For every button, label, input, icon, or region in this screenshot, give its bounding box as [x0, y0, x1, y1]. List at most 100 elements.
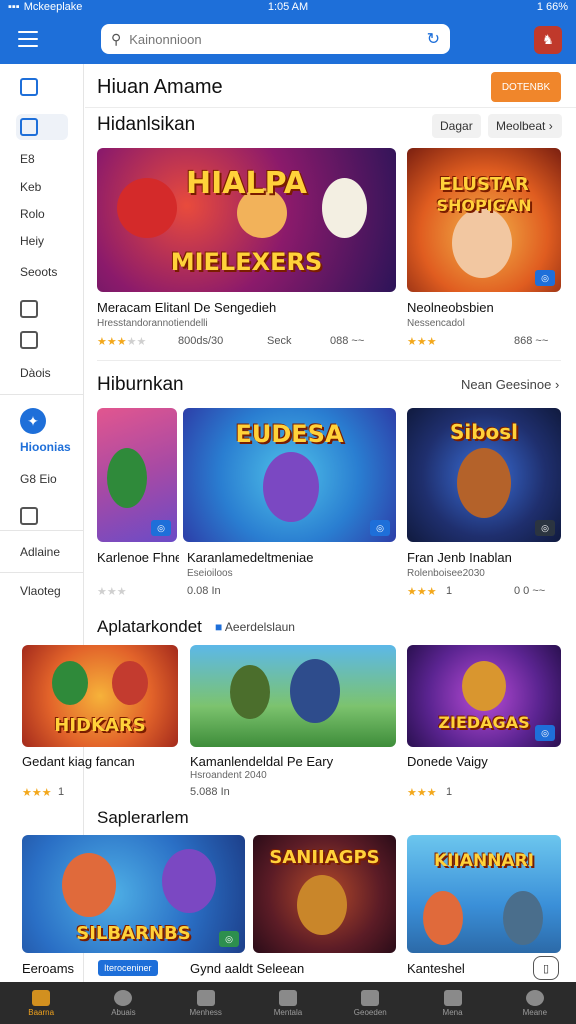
- sidebar-item-keb[interactable]: Keb: [0, 180, 84, 194]
- sidebar-item-note[interactable]: [0, 331, 84, 349]
- game-card[interactable]: EUDESA ◎: [183, 408, 396, 542]
- status-bar: ▪▪▪ Mckeeplake 1:05 AM 1 66%: [0, 0, 576, 14]
- nav-profile[interactable]: Meane: [494, 982, 576, 1024]
- profile-avatar-button[interactable]: ♞: [534, 26, 562, 54]
- thumbnail-title: HIDKARS: [54, 715, 146, 736]
- store-icon: [278, 989, 297, 1006]
- nav-tasks[interactable]: Geoeden: [329, 982, 411, 1024]
- menu-icon[interactable]: [0, 14, 56, 64]
- nav-explore[interactable]: Abuais: [82, 982, 164, 1024]
- grid-icon: [443, 989, 462, 1006]
- search-bar[interactable]: ⚲ ↻: [101, 24, 450, 54]
- note-icon: [20, 331, 38, 349]
- game-card[interactable]: SANIIAGPS: [253, 835, 396, 953]
- controller-icon: ◎: [535, 270, 555, 286]
- sidebar-item-home[interactable]: [0, 78, 84, 96]
- game-card[interactable]: ZIEDAGAS ◎: [407, 645, 561, 747]
- game-title[interactable]: Fran Jenb Inablan: [407, 550, 561, 565]
- thumbnail-title: SILBARNBS: [76, 923, 191, 944]
- sidebar-item-star[interactable]: ✦: [0, 408, 84, 434]
- thumbnail-subtitle: MIELEXERS: [170, 248, 323, 276]
- game-title[interactable]: Gynd aaldt Seleean: [190, 961, 396, 976]
- nav-home[interactable]: Baarna: [0, 982, 82, 1024]
- checklist-icon: [20, 300, 38, 318]
- game-card[interactable]: HIALPA MIELEXERS: [97, 148, 396, 292]
- game-card[interactable]: SILBARNBS ◎: [22, 835, 245, 953]
- filter-pill[interactable]: Dagar: [432, 114, 481, 138]
- character-figure: [162, 849, 216, 913]
- game-meta: 800ds/30: [178, 335, 224, 347]
- game-meta: Seck: [267, 335, 292, 347]
- thumbnail-title: SANIIAGPS: [269, 847, 380, 868]
- game-title[interactable]: Donede Vaigy: [407, 754, 561, 769]
- game-title[interactable]: Kamanlendeldal Pe Eary: [190, 754, 396, 769]
- tag-badge[interactable]: Iteroceniner: [98, 960, 158, 976]
- character-figure: [462, 661, 506, 711]
- thumbnail-title: EUDESA: [235, 420, 344, 448]
- sidebar-item-e8[interactable]: E8: [0, 152, 84, 166]
- nav-library[interactable]: Menhess: [165, 982, 247, 1024]
- nav-menu[interactable]: Mena: [411, 982, 493, 1024]
- star-rating: ★★★: [97, 586, 127, 598]
- game-title[interactable]: Kanteshel: [407, 961, 527, 976]
- character-figure: [297, 875, 347, 935]
- sidebar-item-rolo[interactable]: Rolo: [0, 207, 84, 221]
- character-figure: [452, 208, 512, 278]
- sidebar-divider: [0, 530, 84, 531]
- game-card[interactable]: KIIANNARI: [407, 835, 561, 953]
- game-card[interactable]: HIDKARS: [22, 645, 178, 747]
- character-figure: [423, 891, 463, 945]
- search-icon: ⚲: [111, 30, 122, 47]
- sidebar-item-heiy[interactable]: Heiy: [0, 234, 84, 248]
- game-card[interactable]: Sibosl ◎: [407, 408, 561, 542]
- thumbnail-title: HIALPA: [185, 166, 308, 201]
- thumbnail-subtitle: SHOPIGAN: [436, 196, 532, 215]
- controller-icon: ◎: [151, 520, 171, 536]
- copy-icon[interactable]: ▯: [533, 956, 559, 980]
- game-subtitle: Rolenboisee2030: [407, 568, 485, 579]
- thumbnail-title: ELUSTAR: [439, 174, 529, 195]
- chevron-right-icon: ›: [548, 119, 553, 133]
- see-more-link[interactable]: Nean Geesinoe ›: [461, 377, 559, 392]
- game-title[interactable]: Neolneobsbien: [407, 300, 561, 315]
- controller-icon: ◎: [219, 931, 239, 947]
- character-figure: [230, 665, 270, 719]
- game-subtitle: Nessencadol: [407, 318, 465, 329]
- sidebar-item-seoots[interactable]: Seoots: [0, 265, 84, 279]
- game-title[interactable]: Karanlamedeltmeniae: [187, 550, 397, 565]
- sidebar-item-store[interactable]: [0, 114, 84, 140]
- game-card[interactable]: ELUSTAR SHOPIGAN ◎: [407, 148, 561, 292]
- game-title[interactable]: Meracam Elitanl De Sengedieh: [97, 300, 397, 315]
- game-meta: 0.08 In: [187, 585, 221, 597]
- sidebar-item-g8[interactable]: G8 Eio: [0, 472, 84, 486]
- game-meta: 868 ~~: [514, 335, 549, 347]
- search-input[interactable]: [129, 31, 419, 47]
- sidebar-item-daois[interactable]: Dàois: [0, 366, 84, 380]
- bottom-nav: Baarna Abuais Menhess Mentala Geoeden Me…: [0, 982, 576, 1024]
- store-icon: [20, 118, 38, 136]
- game-meta: 1: [446, 786, 453, 798]
- refresh-icon[interactable]: ↻: [427, 29, 440, 49]
- user-icon: [525, 989, 544, 1006]
- game-meta: 088 ~~: [330, 335, 365, 347]
- sidebar-item-hioonias[interactable]: Hioonias: [0, 440, 84, 454]
- sidebar-item-adlaine[interactable]: Adlaine: [0, 545, 84, 559]
- section-title: Hidanlsikan: [97, 114, 196, 135]
- chevron-right-icon: ›: [554, 377, 560, 392]
- sidebar-item-check[interactable]: [0, 300, 84, 318]
- nav-store[interactable]: Mentala: [247, 982, 329, 1024]
- game-card[interactable]: ◎: [97, 408, 177, 542]
- game-meta: 1: [446, 585, 453, 597]
- filter-pill[interactable]: Meolbeat ›: [488, 114, 562, 138]
- compass-icon: [114, 989, 133, 1006]
- game-card[interactable]: [190, 645, 396, 747]
- character-figure: [290, 659, 340, 723]
- game-subtitle: Hsroandent 2040: [190, 770, 267, 781]
- game-title[interactable]: Gedant kiag fancan: [22, 754, 178, 769]
- sidebar-item-lock[interactable]: [0, 507, 84, 525]
- sidebar-item-vlaoteg[interactable]: Vlaoteg: [0, 584, 84, 598]
- header-action-button[interactable]: DOTENBK: [491, 72, 561, 102]
- game-title[interactable]: Karlenoe Fhne: [97, 550, 179, 565]
- game-title[interactable]: Eeroams: [22, 961, 102, 976]
- star-rating: ★★★: [407, 336, 437, 348]
